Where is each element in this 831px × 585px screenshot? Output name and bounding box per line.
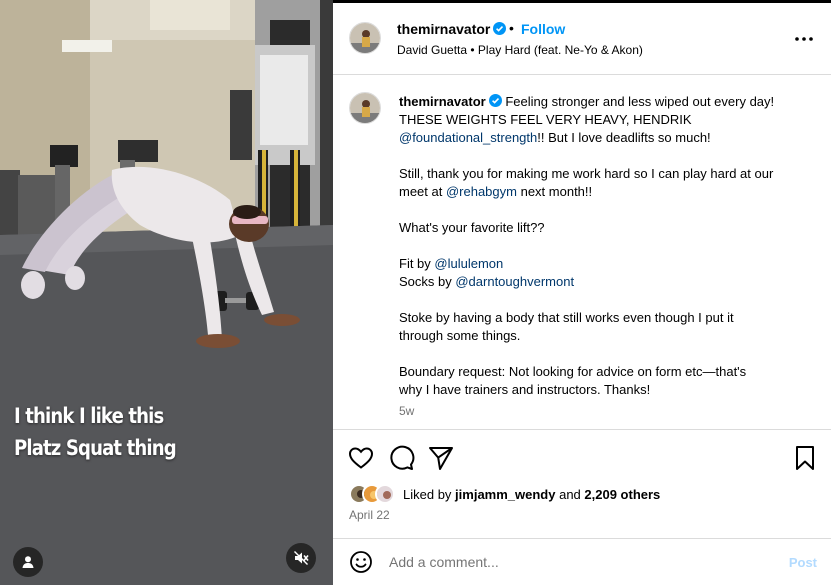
caption-line: Fit by (399, 256, 435, 271)
action-bar (333, 429, 831, 485)
caption-timestamp[interactable]: 5w (399, 402, 815, 420)
likes-count[interactable]: 2,209 others (584, 487, 660, 502)
liker-username[interactable]: jimjamm_wendy (455, 487, 555, 502)
verified-badge-icon (493, 22, 507, 35)
post-details-panel: themirnavator • Follow David Guetta • Pl… (333, 0, 831, 585)
post-media[interactable]: I think I like this Platz Squat thing (0, 0, 333, 585)
bookmark-icon[interactable] (791, 444, 819, 472)
mention-link[interactable]: @darntoughvermont (455, 274, 574, 289)
caption-line: next month!! (516, 184, 593, 199)
mention-link[interactable]: @rehabgym (446, 184, 517, 199)
likes-middle: and (555, 487, 585, 502)
caption-line: !! But I love deadlifts so much! (537, 130, 711, 145)
mention-link[interactable]: @lululemon (434, 256, 503, 271)
likes-text: Liked by jimjamm_wendy and 2,209 others (403, 487, 660, 502)
post-date[interactable]: April 22 (349, 508, 390, 522)
caption-line: Socks by (399, 274, 456, 289)
tagged-people-button[interactable] (13, 547, 43, 577)
comment-bubble-icon[interactable] (387, 444, 415, 472)
overlay-line-1: I think I like this (14, 404, 164, 428)
caption-line: meet at (399, 184, 446, 199)
more-horizontal-icon[interactable] (793, 33, 815, 45)
overlay-line-2: Platz Squat thing (14, 436, 177, 460)
caption-username[interactable]: themirnavator (399, 94, 486, 109)
video-text-overlay: I think I like this Platz Squat thing (14, 400, 177, 464)
caption-section: themirnavator Feeling stronger and less … (333, 76, 831, 429)
caption-line: Feeling stronger and less wiped out ever… (505, 94, 775, 109)
avatar (375, 484, 395, 504)
author-username-text[interactable]: themirnavator (397, 21, 490, 37)
caption-line: THESE WEIGHTS FEEL VERY HEAVY, HENDRIK (399, 112, 692, 127)
caption-line: Still, thank you for making me work hard… (399, 166, 774, 181)
author-username[interactable]: themirnavator (397, 21, 507, 37)
likes-prefix: Liked by (403, 487, 456, 502)
post-comment-button[interactable]: Post (789, 555, 817, 570)
audio-track-link[interactable]: David Guetta • Play Hard (feat. Ne-Yo & … (397, 43, 643, 57)
smiley-icon[interactable] (349, 550, 373, 574)
avatar[interactable] (349, 22, 381, 54)
likes-summary: Liked by jimjamm_wendy and 2,209 others (349, 484, 819, 506)
caption-line: Boundary request: Not looking for advice… (399, 364, 747, 379)
paper-plane-icon[interactable] (427, 444, 455, 472)
speaker-muted-icon (294, 551, 309, 565)
caption-text: themirnavator Feeling stronger and less … (399, 93, 815, 420)
person-tag-icon (22, 556, 34, 568)
caption-line: What's your favorite lift?? (399, 220, 545, 235)
gym-photo (0, 0, 333, 585)
follow-button[interactable]: Follow (521, 21, 565, 37)
comment-input[interactable] (389, 554, 769, 570)
avatar[interactable] (349, 92, 381, 124)
mention-link[interactable]: @foundational_strength (399, 130, 537, 145)
verified-badge-icon (488, 94, 502, 107)
heart-icon[interactable] (347, 444, 375, 472)
post-header: themirnavator • Follow David Guetta • Pl… (333, 3, 831, 75)
caption-line: Stoke by having a body that still works … (399, 310, 734, 325)
comment-bar: Post (333, 538, 831, 585)
caption-line: why I have trainers and instructors. Tha… (399, 382, 651, 397)
caption-line: through some things. (399, 328, 521, 343)
mute-toggle-button[interactable] (286, 543, 316, 573)
separator-dot: • (509, 20, 514, 36)
